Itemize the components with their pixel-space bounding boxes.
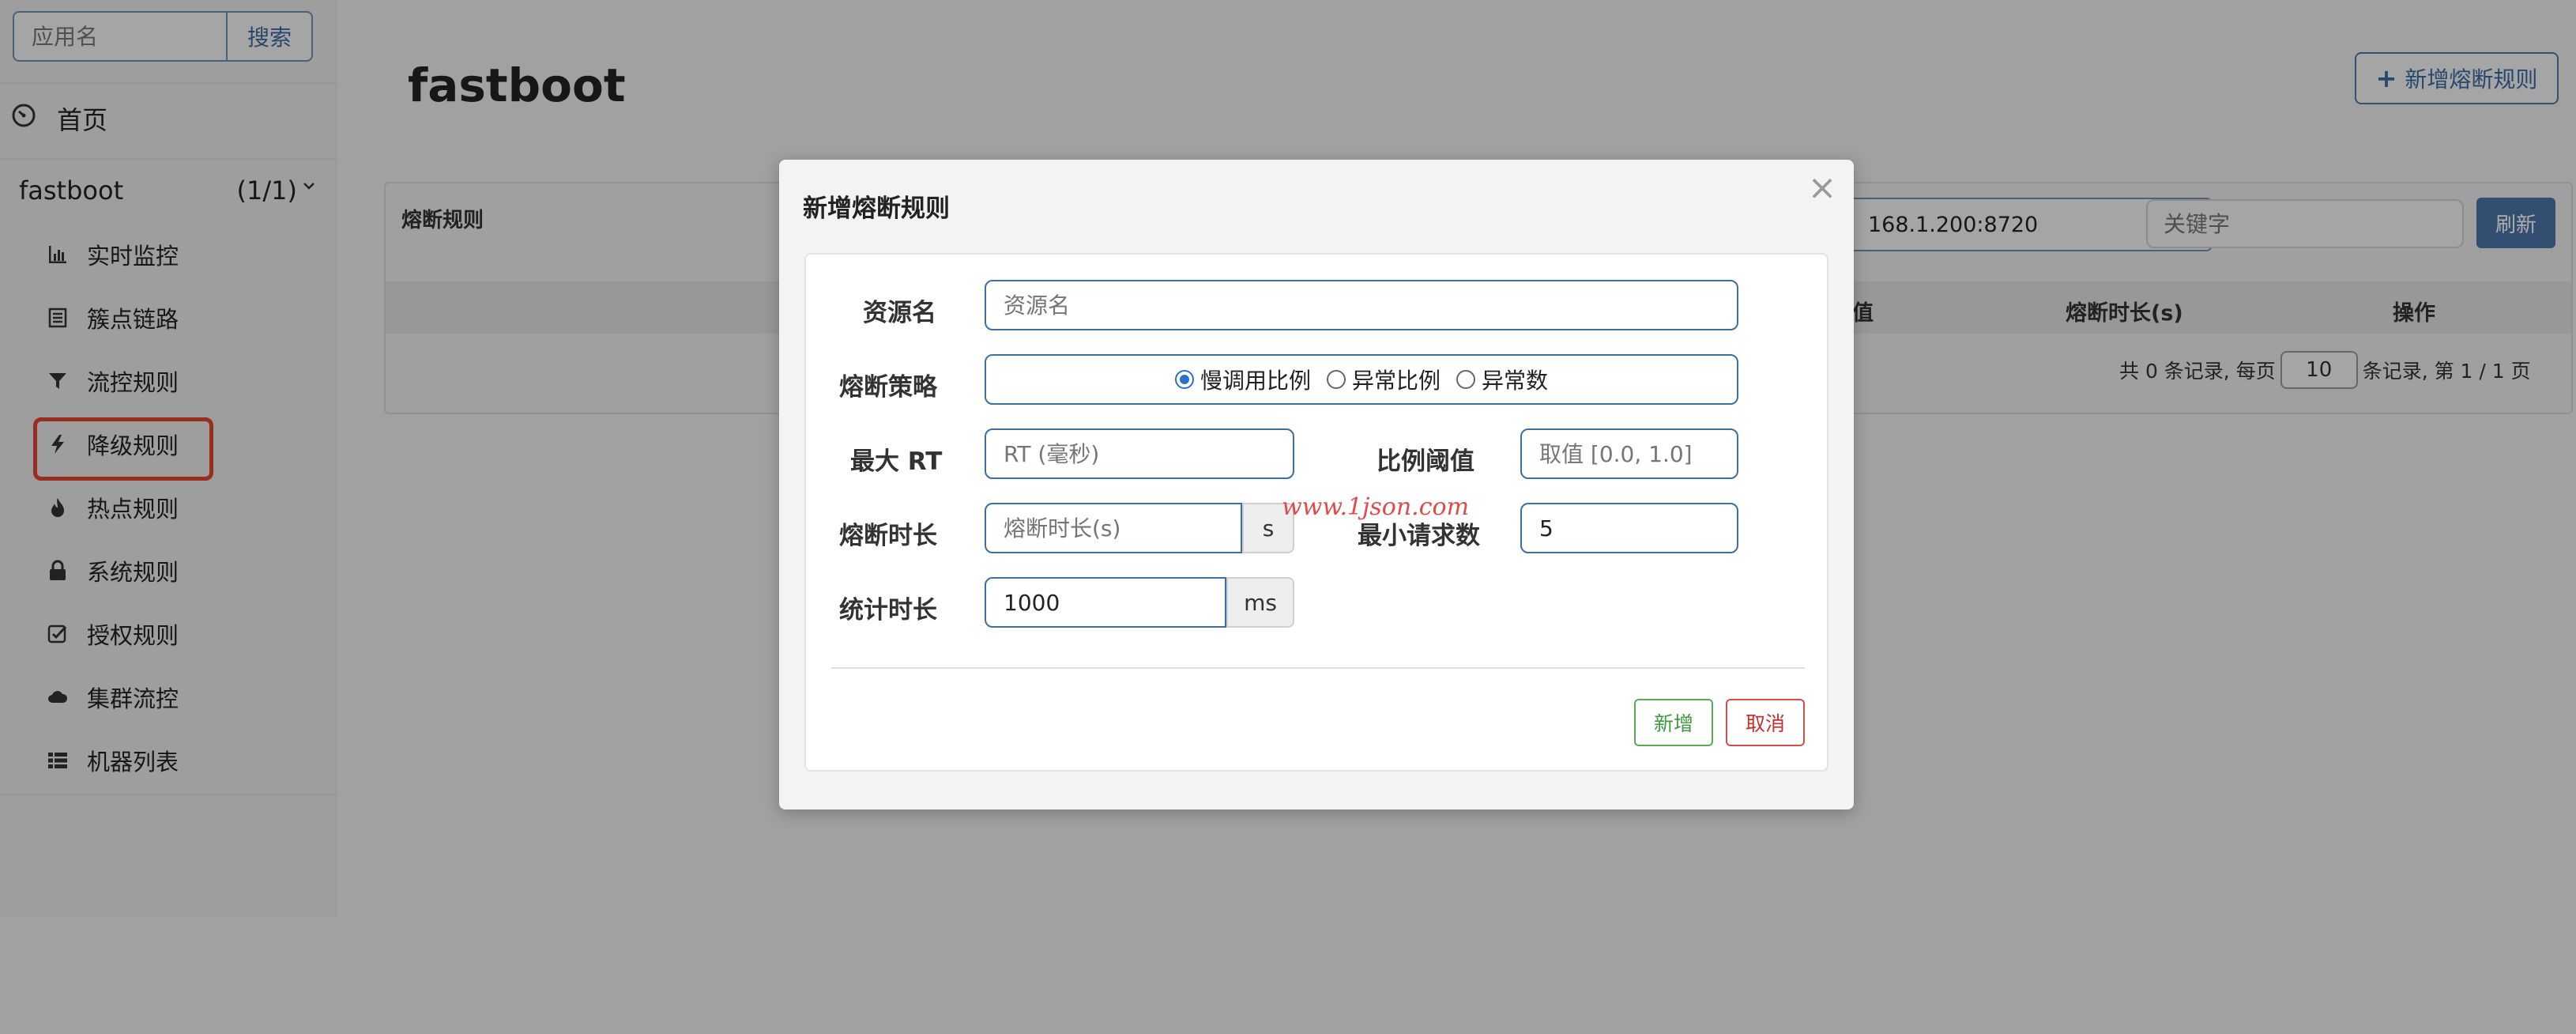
radio-error-ratio[interactable]: 异常比例 [1326,364,1441,395]
resource-input[interactable] [985,280,1738,330]
max-rt-label: 最大 RT [850,447,943,476]
radio-unselected-icon [1326,370,1346,389]
min-request-input[interactable]: 5 [1520,503,1738,553]
radio-error-count[interactable]: 异常数 [1456,364,1548,395]
watermark: www.1json.com [1282,493,1470,521]
add-button[interactable]: 新增 [1634,699,1713,746]
radio-unselected-icon [1456,370,1475,389]
backdrop-lower-area [0,917,2576,1034]
stat-duration-input[interactable]: 1000 [985,577,1226,628]
radio-selected-icon [1174,370,1194,389]
ratio-threshold-input[interactable] [1520,428,1738,479]
radio-slow-ratio[interactable]: 慢调用比例 [1174,364,1311,395]
ratio-threshold-label: 比例阈值 [1377,447,1474,476]
duration-label: 熔断时长 [839,522,937,550]
stat-duration-label: 统计时长 [839,596,937,625]
stat-duration-unit: ms [1226,577,1294,628]
dialog-title: 新增熔断规则 [803,194,950,223]
close-icon[interactable]: × [1806,171,1838,206]
duration-input[interactable] [985,503,1242,553]
radio-label: 异常比例 [1351,368,1441,394]
strategy-label: 熔断策略 [839,373,937,402]
resource-label: 资源名 [863,299,936,327]
radio-label: 异常数 [1482,368,1549,394]
max-rt-input[interactable] [985,428,1294,479]
radio-label: 慢调用比例 [1199,368,1311,394]
dialog-form: 资源名 熔断策略 慢调用比例 异常比例 异常数 最大 RT 比例阈值 熔断时长 … [804,253,1828,772]
cancel-button[interactable]: 取消 [1726,699,1805,746]
strategy-radio-group: 慢调用比例 异常比例 异常数 [985,354,1738,405]
add-degrade-rule-dialog: 新增熔断规则 × 资源名 熔断策略 慢调用比例 异常比例 异常数 最大 RT 比… [779,160,1854,809]
divider [831,667,1805,669]
